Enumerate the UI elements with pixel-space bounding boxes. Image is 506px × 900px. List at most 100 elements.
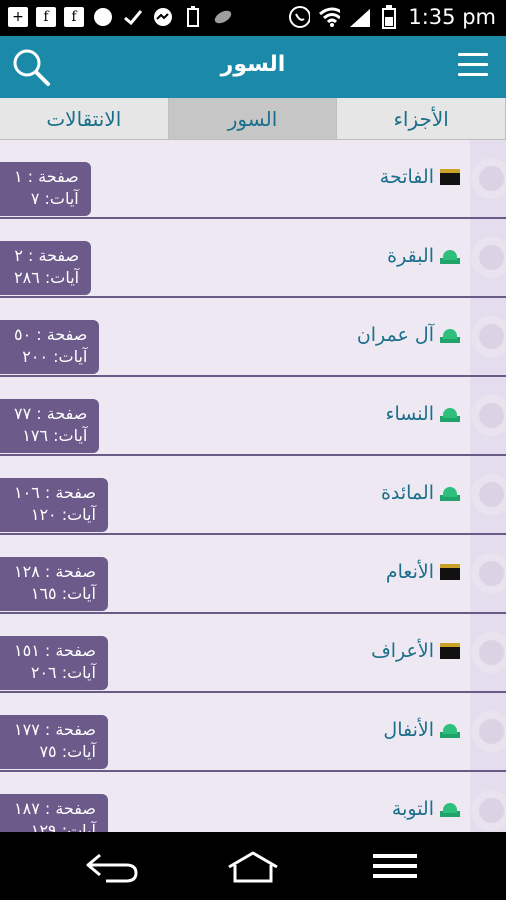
back-button[interactable] bbox=[82, 846, 142, 886]
surah-info-badge: صفحة : ٥٠ آيات: ٢٠٠ bbox=[0, 320, 100, 374]
app-bar: السور bbox=[0, 36, 506, 98]
ayat-count: آيات: ٢٨٦ bbox=[14, 268, 80, 287]
ayat-count: آيات: ٧٥ bbox=[39, 742, 96, 761]
wifi-icon bbox=[318, 6, 341, 28]
surah-name-label: التوبة bbox=[391, 798, 434, 820]
ornament-pattern bbox=[470, 377, 506, 454]
messenger-icon bbox=[152, 6, 174, 28]
page-number: صفحة : ٢ bbox=[14, 246, 80, 265]
green-dome-icon bbox=[440, 248, 460, 264]
green-dome-icon bbox=[440, 485, 460, 501]
surah-list: الفاتحة صفحة : ١ آيات: ٧ البقرة صفحة : ٢ آيات… bbox=[0, 140, 506, 832]
whatsapp-icon bbox=[288, 6, 311, 28]
ayat-count: آيات: ٢٠٠ bbox=[22, 347, 88, 366]
surah-name-label: النساء bbox=[385, 403, 434, 425]
ayat-count: آيات: ٢٠٦ bbox=[30, 663, 96, 682]
page-number: صفحة : ٧٧ bbox=[14, 404, 88, 423]
green-dome-icon bbox=[440, 801, 460, 817]
ornament-pattern bbox=[470, 693, 506, 770]
surah-name: المائدة bbox=[381, 482, 460, 504]
ayat-count: آيات: ١٢٠ bbox=[30, 505, 96, 524]
surah-name-label: الفاتحة bbox=[379, 166, 434, 188]
green-dome-icon bbox=[440, 406, 460, 422]
hamburger-icon bbox=[458, 53, 488, 56]
surah-name-label: الأنعام bbox=[385, 561, 434, 583]
tab-juz[interactable]: الأجزاء bbox=[337, 98, 506, 139]
surah-name: الفاتحة bbox=[380, 166, 460, 188]
green-dome-icon bbox=[440, 327, 460, 343]
page-number: صفحة : ٥٠ bbox=[14, 325, 88, 344]
surah-row[interactable]: النساء صفحة : ٧٧ آيات: ١٧٦ bbox=[0, 377, 506, 456]
surah-row[interactable]: الأعراف صفحة : ١٥١ آيات: ٢٠٦ bbox=[0, 614, 506, 693]
surah-row[interactable]: الأنفال صفحة : ١٧٧ آيات: ٧٥ bbox=[0, 693, 506, 772]
page-number: صفحة : ١٠٦ bbox=[14, 483, 96, 502]
page-number: صفحة : ١٥١ bbox=[14, 641, 96, 660]
kaaba-icon bbox=[440, 169, 460, 185]
ornament-pattern bbox=[470, 535, 506, 612]
surah-row[interactable]: الفاتحة صفحة : ١ آيات: ٧ bbox=[0, 140, 506, 219]
surah-name-label: الأعراف bbox=[371, 640, 434, 662]
page-number: صفحة : ١٨٧ bbox=[14, 799, 96, 818]
surah-row[interactable]: المائدة صفحة : ١٠٦ آيات: ١٢٠ bbox=[0, 456, 506, 535]
menu-button[interactable] bbox=[458, 53, 488, 79]
ornament-pattern bbox=[470, 614, 506, 691]
surah-row[interactable]: الأنعام صفحة : ١٢٨ آيات: ١٦٥ bbox=[0, 535, 506, 614]
system-icons: 1:35 pm bbox=[288, 5, 496, 29]
navigation-bar bbox=[0, 832, 506, 900]
ornament-pattern bbox=[470, 219, 506, 296]
back-icon bbox=[86, 853, 138, 883]
ornament-pattern bbox=[470, 456, 506, 533]
surah-name: البقرة bbox=[387, 245, 460, 267]
plus-icon: + bbox=[8, 7, 28, 27]
status-bar: + f f 1:35 pm bbox=[0, 0, 506, 36]
signal-icon bbox=[348, 6, 371, 28]
surah-name-label: البقرة bbox=[387, 245, 434, 267]
surah-row[interactable]: التوبة صفحة : ١٨٧ آيات: ١٢٩ bbox=[0, 772, 506, 832]
surah-info-badge: صفحة : ٧٧ آيات: ١٧٦ bbox=[0, 399, 100, 453]
page-number: صفحة : ١٧٧ bbox=[14, 720, 96, 739]
green-dome-icon bbox=[440, 722, 460, 738]
surah-name: الأنفال bbox=[383, 719, 460, 741]
surah-info-badge: صفحة : ١٧٧ آيات: ٧٥ bbox=[0, 715, 108, 769]
notification-icons: + f f bbox=[8, 6, 234, 28]
facebook-icon: f bbox=[36, 7, 56, 27]
tab-bar: الانتقالات السور الأجزاء bbox=[0, 98, 506, 140]
surah-info-badge: صفحة : ٢ آيات: ٢٨٦ bbox=[0, 241, 92, 295]
surah-info-badge: صفحة : ١٠٦ آيات: ١٢٠ bbox=[0, 478, 108, 532]
surah-row[interactable]: البقرة صفحة : ٢ آيات: ٢٨٦ bbox=[0, 219, 506, 298]
surah-name-label: الأنفال bbox=[383, 719, 434, 741]
surah-name: آل عمران bbox=[357, 324, 460, 346]
surah-name-label: المائدة bbox=[380, 482, 434, 504]
battery-icon bbox=[182, 6, 204, 28]
ayat-count: آيات: ١٧٦ bbox=[22, 426, 88, 445]
kaaba-icon bbox=[440, 564, 460, 580]
home-button[interactable] bbox=[223, 846, 283, 886]
page-number: صفحة : ١٢٨ bbox=[14, 562, 96, 581]
status-time: 1:35 pm bbox=[408, 5, 496, 29]
tab-transitions[interactable]: الانتقالات bbox=[0, 98, 169, 139]
ayat-count: آيات: ١٦٥ bbox=[30, 584, 96, 603]
surah-info-badge: صفحة : ١٨٧ آيات: ١٢٩ bbox=[0, 794, 108, 832]
ok-icon bbox=[92, 6, 114, 28]
leaf-icon bbox=[212, 6, 234, 28]
page-title: السور bbox=[220, 52, 286, 77]
surah-name: الأنعام bbox=[386, 561, 460, 583]
tab-surahs[interactable]: السور bbox=[168, 98, 338, 139]
home-icon bbox=[228, 851, 278, 883]
surah-row[interactable]: آل عمران صفحة : ٥٠ آيات: ٢٠٠ bbox=[0, 298, 506, 377]
ayat-count: آيات: ١٢٩ bbox=[30, 821, 96, 832]
ornament-pattern bbox=[470, 772, 506, 832]
check-icon bbox=[122, 6, 144, 28]
facebook-icon: f bbox=[64, 7, 84, 27]
ornament-pattern bbox=[470, 298, 506, 375]
surah-info-badge: صفحة : ١ آيات: ٧ bbox=[0, 162, 91, 216]
ornament-pattern bbox=[470, 140, 506, 217]
ayat-count: آيات: ٧ bbox=[30, 189, 79, 208]
kaaba-icon bbox=[440, 643, 460, 659]
recent-apps-button[interactable] bbox=[365, 846, 425, 886]
surah-info-badge: صفحة : ١٢٨ آيات: ١٦٥ bbox=[0, 557, 108, 611]
surah-name: النساء bbox=[386, 403, 460, 425]
surah-info-badge: صفحة : ١٥١ آيات: ٢٠٦ bbox=[0, 636, 108, 690]
surah-name-label: آل عمران bbox=[356, 324, 434, 346]
page-number: صفحة : ١ bbox=[14, 167, 79, 186]
